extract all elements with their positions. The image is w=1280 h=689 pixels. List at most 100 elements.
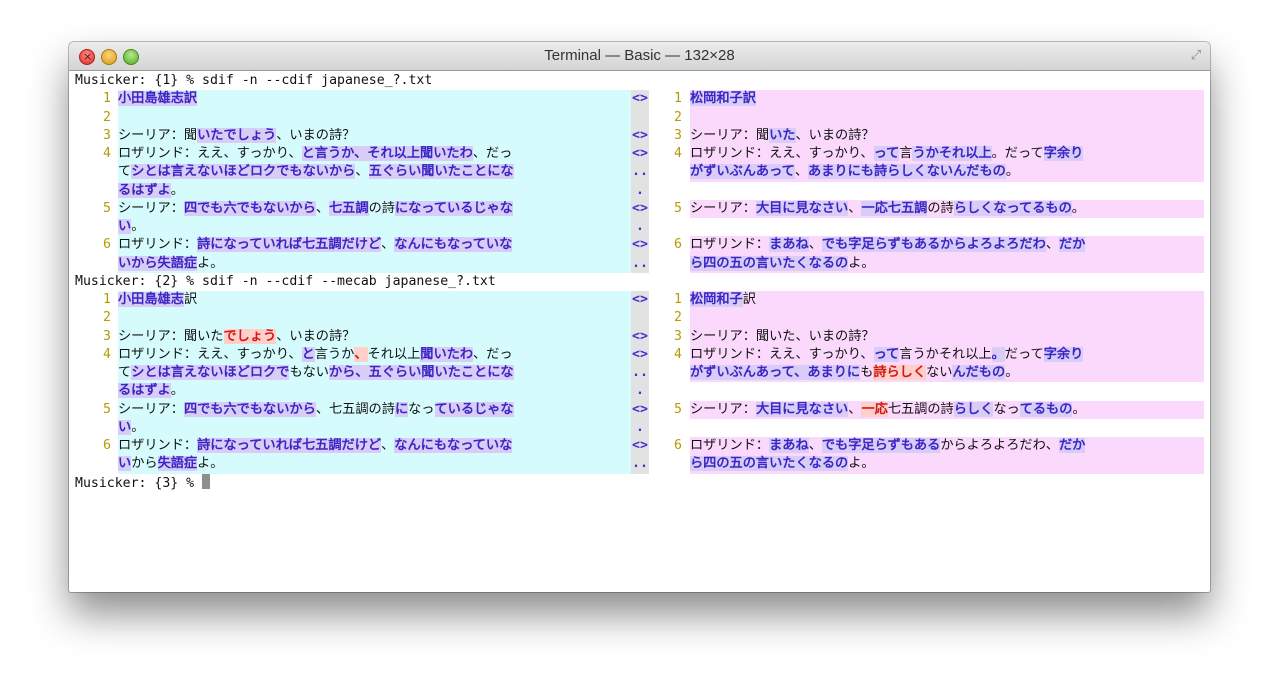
left-diff-cell (118, 309, 631, 328)
diff-text: 一応七五調 (861, 200, 928, 216)
diff-text: ロザリンド：ええ、すっかり、 (118, 346, 302, 362)
right-diff-cell: がずいぶんあって、あまりにも詩らしくないんだもの。 (690, 163, 1204, 182)
fullscreen-icon[interactable]: ⤢ (1188, 48, 1204, 64)
diff-text: でも字足らずもある (821, 438, 941, 453)
line-number: 1 (103, 91, 111, 107)
diff-text: るはずよ (118, 383, 171, 399)
left-diff-cell: ロザリンド：ええ、すっかり、と言うか、それ以上聞いたわ、だっ (118, 345, 631, 364)
diff-text: 四でも六でもないから (183, 401, 316, 417)
diff-text: なんにもなっていな (394, 438, 513, 453)
diff-text: 。 (131, 419, 145, 435)
diff-text: 一応 (861, 401, 888, 417)
diff-text: 訳 (742, 292, 756, 307)
diff-marker: . (631, 382, 649, 401)
diff-text: 。 (170, 383, 184, 399)
left-diff-cell: い。 (118, 418, 631, 437)
right-diff-cell: ロザリンド：ええ、すっかり、って言うかそれ以上。だって字余り (690, 345, 1204, 364)
diff-text: 訳 (183, 292, 198, 307)
diff-text: い (118, 219, 132, 234)
diff-text: ロザリンド： (690, 237, 770, 253)
right-diff-cell: ら四の五の言いたくなるのよ。 (690, 455, 1204, 474)
command-prompt: Musicker: {2} % sdif -n --cdif --mecab j… (75, 273, 496, 289)
line-number: 5 (674, 200, 682, 216)
diff-text: あまりにも詩らしくないんだもの (808, 164, 1006, 180)
diff-text: 五ぐらい聞いたことにな (368, 164, 514, 180)
left-diff-cell: るはずよ。 (118, 382, 631, 401)
diff-block-2: 1 小田島雄志訳 <> 1 松岡和子訳 2 2 3 シーリア：聞いたでしょう、いまの詩？ <> 3 シ… (75, 291, 1210, 474)
diff-row: いから失語症よ。.. ら四の五の言いたくなるのよ。 (75, 455, 1210, 474)
left-diff-cell: いから失語症よ。 (118, 254, 631, 273)
diff-text: 松岡和子訳 (690, 91, 756, 107)
diff-text: 。 (1005, 365, 1019, 380)
diff-text: シーリア： (118, 401, 184, 417)
window-title: Terminal — Basic — 132×28 (544, 47, 735, 64)
prompt-line: Musicker: {3} % (75, 473, 1210, 492)
diff-text: 。だって (991, 146, 1044, 161)
diff-row: 3 シーリア：聞いたでしょう、いまの詩？ <> 3 シーリア：聞いた、いまの詩？ (75, 327, 1210, 346)
diff-text: なんにもなっていな (394, 237, 513, 253)
diff-text: シーリア：聞 (690, 127, 770, 143)
diff-text: 、 (794, 164, 809, 180)
diff-text: いたでしょう (197, 127, 277, 143)
diff-row: 1 小田島雄志訳 <> 1 松岡和子訳 (75, 291, 1210, 310)
line-number: 4 (103, 146, 111, 161)
diff-text: と言うか、それ以上聞いたわ (301, 146, 473, 161)
diff-text: ロザリンド：ええ、すっかり、 (690, 146, 874, 161)
diff-row: い。. (75, 218, 1210, 237)
diff-text: よ。 (197, 255, 224, 271)
line-number: 2 (674, 109, 682, 125)
diff-text: 言 (899, 146, 913, 161)
diff-text: だか (1059, 438, 1086, 453)
left-diff-cell: シーリア：四でも六でもないから、七五調の詩になっているじゃな (118, 199, 631, 218)
diff-marker: . (631, 218, 649, 237)
diff-text: シーリア：聞いた、いまの詩？ (690, 328, 875, 344)
diff-text: 、 (848, 401, 862, 417)
line-number: 3 (674, 127, 682, 143)
diff-text: も (860, 365, 874, 380)
diff-text: 、だっ (472, 146, 513, 161)
diff-marker: .. (631, 254, 649, 273)
title-bar[interactable]: × Terminal — Basic — 132×28 ⤢ (69, 42, 1210, 71)
diff-text: 、 (808, 237, 822, 253)
line-number: 3 (103, 328, 111, 344)
diff-text: シーリア：聞いた (118, 328, 224, 344)
left-diff-cell: シーリア：四でも六でもないから、七五調の詩になっているじゃな (118, 400, 631, 419)
diff-text: 大目に見なさい (755, 200, 849, 216)
right-diff-cell: がずいぶんあって、あまりにも詩らしくないんだもの。 (690, 364, 1204, 383)
diff-text: がずいぶんあって (690, 164, 795, 180)
left-diff-cell: るはずよ。 (118, 181, 631, 200)
diff-row: 5 シーリア：四でも六でもないから、七五調の詩になっているじゃな <> 5 シーリア：大… (75, 400, 1210, 419)
diff-text: ら四の五の言いたくなるの (690, 456, 849, 472)
line-number: 2 (103, 310, 111, 326)
diff-marker: .. (631, 364, 649, 383)
line-number: 1 (674, 91, 682, 107)
left-diff-cell: ロザリンド：詩になっていれば七五調だけど、なんにもなっていな (118, 236, 631, 255)
line-number: 5 (674, 401, 682, 417)
diff-text: よ。 (848, 456, 875, 472)
diff-text: だか (1059, 237, 1086, 253)
diff-text: シとは言えないほどロクで (131, 365, 290, 380)
diff-row: てシとは言えないほどロクでもないから、五ぐらい聞いたことにな.. がずいぶんあって… (75, 163, 1210, 182)
diff-text: 。 (1072, 401, 1086, 417)
prompt-line: Musicker: {1} % sdif -n --cdif japanese_… (75, 72, 1210, 90)
diff-text: 詩になっていれば七五調だけど (197, 438, 382, 453)
right-diff-cell: シーリア：聞いた、いまの詩？ (690, 327, 1204, 346)
diff-marker: .. (631, 163, 649, 182)
diff-text: シーリア：聞 (118, 127, 198, 143)
diff-text: ら四の五の言いたくなるの (690, 255, 849, 271)
diff-text: ロザリンド：ええ、すっかり、 (118, 146, 302, 161)
diff-text: 大目に見なさい (755, 401, 849, 417)
diff-text: よ。 (848, 255, 875, 271)
terminal-content[interactable]: Musicker: {1} % sdif -n --cdif japanese_… (75, 72, 1210, 592)
diff-text: ない (926, 365, 953, 380)
diff-text: シーリア： (690, 200, 756, 216)
left-diff-cell: てシとは言えないほどロクでもないから、五ぐらい聞いたことにな (118, 163, 631, 182)
diff-text: 、 (354, 346, 368, 362)
diff-text: 、いまの詩？ (795, 127, 875, 143)
line-number: 4 (674, 346, 682, 362)
diff-text: それ以上 (367, 346, 421, 362)
diff-text: ロザリンド： (690, 438, 770, 453)
diff-text: シとは言えないほどロクでもないから (131, 164, 356, 180)
diff-text: 、七五調の詩 (315, 401, 395, 417)
diff-marker: .. (631, 455, 649, 474)
